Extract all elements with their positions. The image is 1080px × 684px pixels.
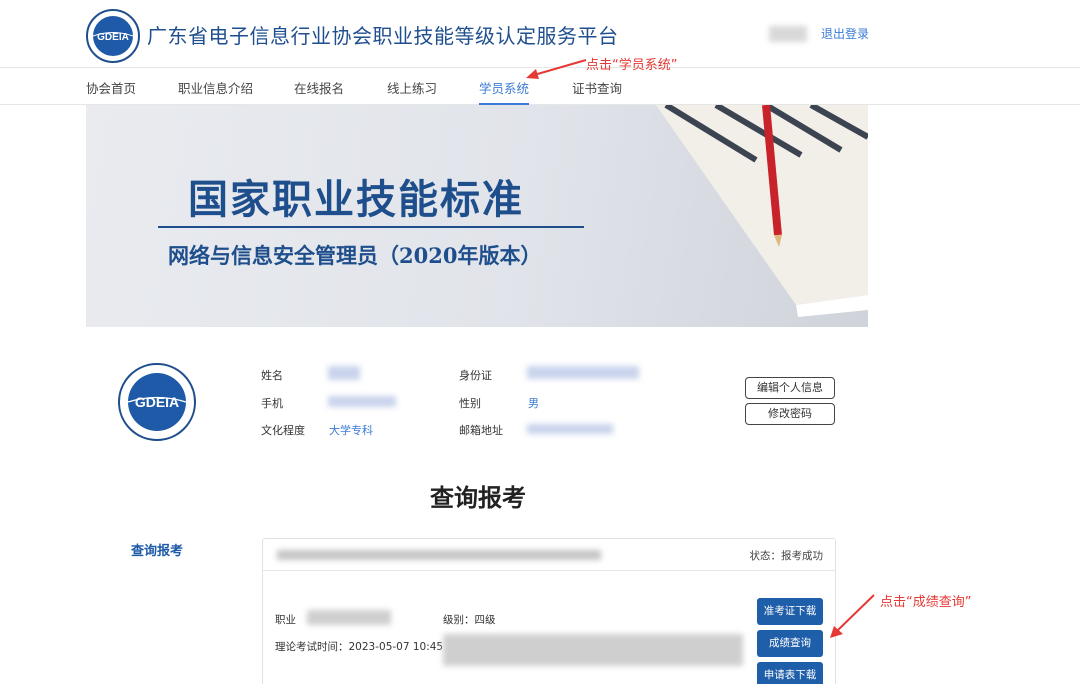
email-value-redacted [527,424,613,434]
application-form-download-button[interactable]: 申请表下载 [757,662,823,684]
nav-online-practice[interactable]: 线上练习 [387,78,437,97]
book-pencils-illustration [656,105,868,317]
email-label: 邮箱地址 [459,424,503,437]
svg-text:GDEIA: GDEIA [97,32,129,43]
banner-subtitle: 网络与信息安全管理员（2020年版本） [168,243,542,268]
sidebar-item-query-registration[interactable]: 查询报考 [131,540,183,559]
edit-profile-button[interactable]: 编辑个人信息 [745,377,835,399]
score-query-button[interactable]: 成绩查询 [757,630,823,657]
education-value: 大学专科 [329,424,373,437]
banner-pagination[interactable] [456,317,504,327]
logout-link[interactable]: 退出登录 [821,25,869,42]
profile-avatar-logo: GDEIA [118,363,196,441]
svg-text:GDEIA: GDEIA [135,394,179,410]
phone-value-redacted [328,396,396,407]
annotation-nav-hint: 点击“学员系统” [586,58,678,73]
admission-ticket-download-button[interactable]: 准考证下载 [757,598,823,625]
annotation-arrow-icon [830,594,875,638]
nav-occupation-info[interactable]: 职业信息介绍 [178,78,253,97]
banner-title: 国家职业技能标准 [188,176,524,223]
theory-exam-time: 理论考试时间：2023-05-07 10:45 [275,641,444,653]
name-value-redacted [328,366,360,380]
nav-home[interactable]: 协会首页 [86,78,136,97]
education-label: 文化程度 [261,424,305,437]
site-title: 广东省电子信息行业协会职业技能等级认定服务平台 [147,24,619,48]
nav-student-system[interactable]: 学员系统 [479,78,530,105]
id-card-value-redacted [527,366,639,379]
occupation-value-redacted [307,610,391,625]
annotation-score-hint: 点击“成绩查询” [880,595,972,610]
occupation-label: 职业 [275,614,296,626]
name-label: 姓名 [261,369,283,382]
exam-location-redacted [443,634,743,666]
gdeia-logo: GDEIA [86,9,140,63]
level-value: 级别：四级 [443,614,496,626]
gender-label: 性别 [459,397,481,410]
exam-card-header: 状态：报考成功 [263,539,835,571]
id-card-label: 身份证 [459,369,492,382]
gender-value: 男 [528,397,539,410]
page: GDEIA 广东省电子信息行业协会职业技能等级认定服务平台 退出登录 协会首页 … [0,0,1080,684]
nav-online-registration[interactable]: 在线报名 [294,78,344,97]
banner: 国家职业技能标准 网络与信息安全管理员（2020年版本） [86,105,868,327]
annotation-arrow-icon [526,59,587,79]
status-badge: 状态：报考成功 [749,550,824,562]
exam-registration-card: 状态：报考成功 职业 级别：四级 理论考试时间：2023-05-07 10:45… [262,538,836,684]
change-password-button[interactable]: 修改密码 [745,403,835,425]
exam-title-redacted [277,550,601,560]
phone-label: 手机 [261,397,283,410]
username-redacted [769,26,807,42]
banner-divider [158,226,584,228]
page-title: 查询报考 [430,484,526,512]
